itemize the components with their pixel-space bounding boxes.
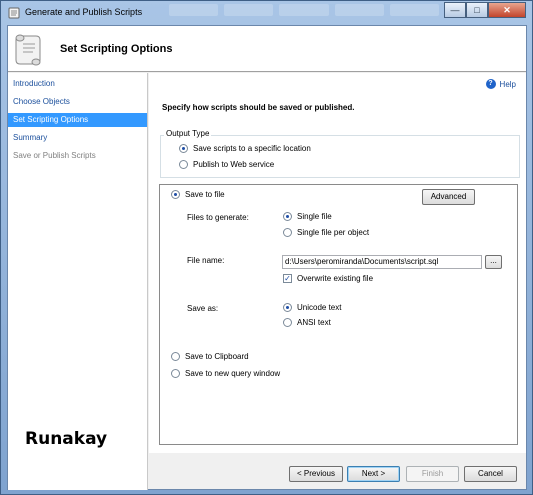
nav-item-summary[interactable]: Summary [8, 131, 147, 145]
radio-icon[interactable] [171, 352, 180, 361]
maximize-button[interactable]: □ [466, 2, 488, 18]
finish-button: Finish [406, 466, 459, 482]
title-bar[interactable]: Generate and Publish Scripts — □ ✕ [1, 1, 532, 25]
save-as-label: Save as: [187, 304, 219, 313]
nav-item-choose-objects[interactable]: Choose Objects [8, 95, 147, 109]
save-to-clipboard-option[interactable]: Save to Clipboard [171, 352, 249, 361]
nav-item-save-or-publish: Save or Publish Scripts [13, 151, 96, 160]
help-label: Help [499, 79, 516, 89]
radio-selected-icon[interactable] [283, 212, 292, 221]
overwrite-existing-option[interactable]: ✓ Overwrite existing file [283, 274, 373, 283]
watermark-text: Runakay [25, 429, 108, 449]
next-button[interactable]: Next > [347, 466, 400, 482]
radio-icon[interactable] [171, 369, 180, 378]
file-name-input[interactable]: d:\Users\peromiranda\Documents\script.sq… [282, 255, 482, 269]
cancel-button[interactable]: Cancel [464, 466, 517, 482]
file-name-label: File name: [187, 256, 225, 265]
scroll-script-icon [15, 34, 41, 66]
browse-button[interactable]: ... [485, 255, 502, 269]
radio-selected-icon[interactable] [171, 190, 180, 199]
help-link[interactable]: ? Help [485, 79, 516, 89]
radio-icon[interactable] [179, 160, 188, 169]
close-button[interactable]: ✕ [488, 2, 526, 18]
page-title: Set Scripting Options [60, 43, 173, 55]
nav-item-set-scripting-options[interactable]: Set Scripting Options [8, 113, 147, 127]
output-type-label: Output Type [164, 129, 212, 138]
radio-selected-icon[interactable] [179, 144, 188, 153]
files-to-generate-label: Files to generate: [187, 213, 249, 222]
help-icon: ? [485, 79, 496, 89]
background-taskbar-ghost [169, 4, 440, 16]
output-option-publish-web[interactable]: Publish to Web service [179, 160, 274, 169]
nav-item-introduction[interactable]: Introduction [8, 77, 147, 91]
single-file-option[interactable]: Single file [283, 212, 332, 221]
unicode-text-option[interactable]: Unicode text [283, 303, 341, 312]
output-type-group [160, 135, 520, 178]
radio-selected-icon[interactable] [283, 303, 292, 312]
radio-icon[interactable] [283, 318, 292, 327]
checkbox-checked-icon[interactable]: ✓ [283, 274, 292, 283]
window-title: Generate and Publish Scripts [25, 7, 143, 17]
previous-button[interactable]: < Previous [289, 466, 343, 482]
ansi-text-option[interactable]: ANSI text [283, 318, 331, 327]
output-option-save-location[interactable]: Save scripts to a specific location [179, 144, 311, 153]
save-to-new-query-window-option[interactable]: Save to new query window [171, 369, 280, 378]
wizard-header: Set Scripting Options [8, 26, 526, 72]
minimize-button[interactable]: — [444, 2, 466, 18]
single-file-per-object-option[interactable]: Single file per object [283, 228, 369, 237]
radio-icon[interactable] [283, 228, 292, 237]
instruction-text: Specify how scripts should be saved or p… [162, 103, 355, 112]
save-to-file-option[interactable]: Save to file [171, 190, 225, 199]
save-options-panel [159, 184, 518, 445]
main-panel: ? Help Specify how scripts should be sav… [149, 73, 526, 453]
wizard-window: Generate and Publish Scripts — □ ✕ Set S… [0, 0, 533, 495]
app-scroll-icon [8, 7, 20, 19]
wizard-nav: Introduction Choose Objects Set Scriptin… [8, 73, 148, 490]
advanced-button[interactable]: Advanced [422, 189, 475, 205]
wizard-client-area: Set Scripting Options Introduction Choos… [7, 25, 527, 490]
